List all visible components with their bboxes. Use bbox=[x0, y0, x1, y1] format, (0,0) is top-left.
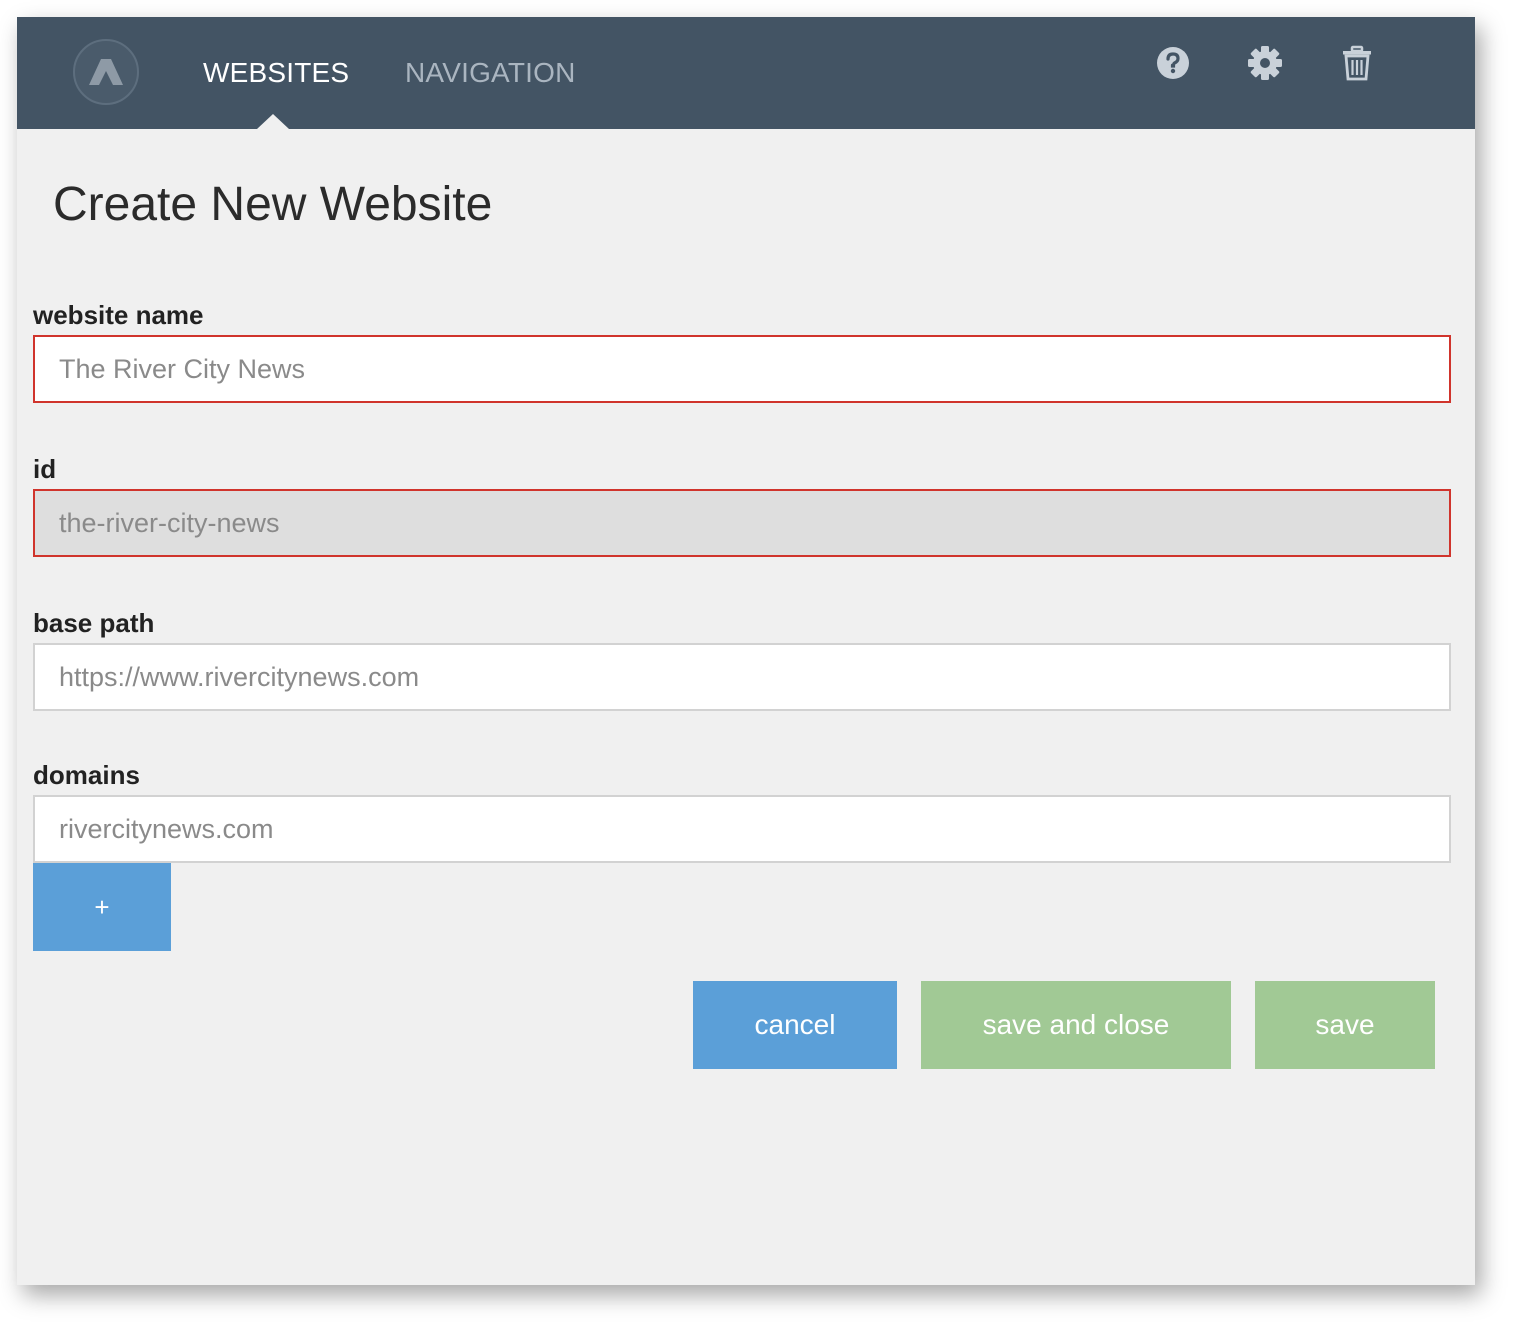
id-input[interactable] bbox=[33, 489, 1451, 557]
help-icon[interactable] bbox=[1155, 45, 1191, 81]
cancel-button[interactable]: cancel bbox=[693, 981, 897, 1069]
save-button[interactable]: save bbox=[1255, 981, 1435, 1069]
tab-websites[interactable]: WEBSITES bbox=[203, 53, 349, 93]
page-title: Create New Website bbox=[53, 178, 493, 231]
save-and-close-button[interactable]: save and close bbox=[921, 981, 1231, 1069]
website-name-input[interactable] bbox=[33, 335, 1451, 403]
app-logo-icon[interactable] bbox=[73, 39, 139, 105]
top-nav-bar: WEBSITES NAVIGATION bbox=[17, 17, 1475, 129]
active-tab-indicator bbox=[257, 114, 289, 129]
add-domain-button[interactable]: + bbox=[33, 863, 171, 951]
id-label: id bbox=[33, 454, 57, 484]
base-path-label: base path bbox=[33, 608, 155, 638]
domains-label: domains bbox=[33, 760, 140, 790]
domain-input[interactable] bbox=[33, 795, 1451, 863]
app-window: WEBSITES NAVIGATION Create New Website w… bbox=[17, 17, 1475, 1285]
trash-icon[interactable] bbox=[1339, 45, 1375, 81]
gear-icon[interactable] bbox=[1247, 45, 1283, 81]
website-name-label: website name bbox=[33, 300, 204, 330]
tab-navigation[interactable]: NAVIGATION bbox=[405, 53, 576, 93]
base-path-input[interactable] bbox=[33, 643, 1451, 711]
